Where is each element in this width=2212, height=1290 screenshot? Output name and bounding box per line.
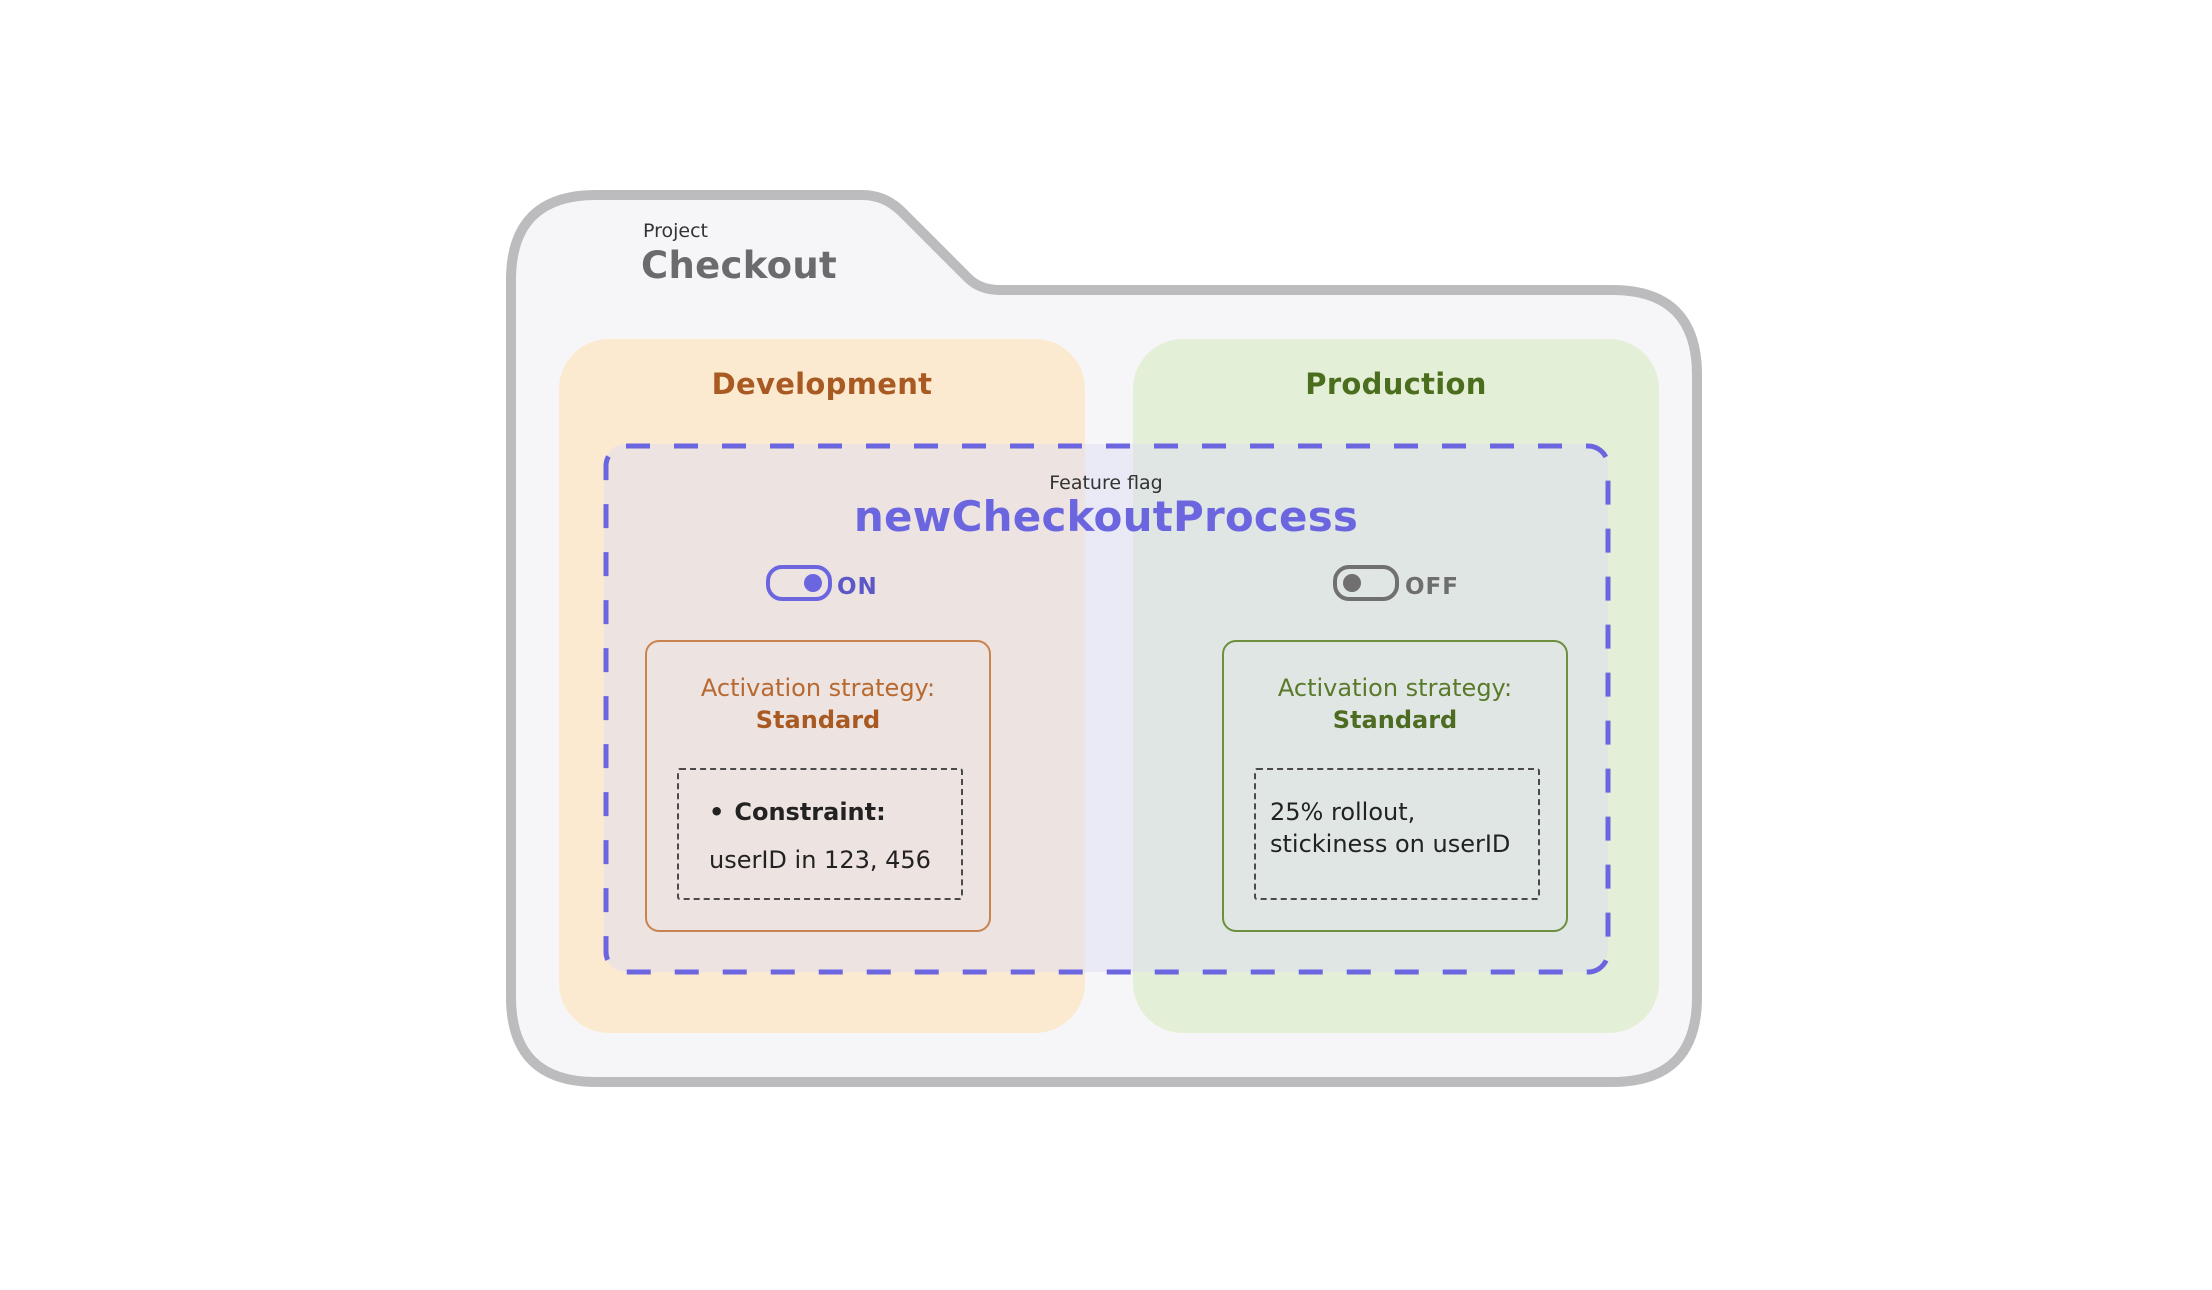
strategy-value: Standard	[1332, 706, 1458, 734]
feature-flag-name: newCheckoutProcess	[853, 492, 1359, 541]
production-toggle-label: OFF	[1405, 574, 1459, 600]
project-name: Checkout	[641, 244, 837, 287]
constraint-line: • Constraint:	[709, 798, 886, 826]
rollout-stickiness: stickiness on userID	[1270, 830, 1511, 858]
diagram-canvas: Project Checkout Development Production …	[0, 0, 2212, 1290]
bullet-icon: •	[709, 798, 725, 826]
production-strategy-card[interactable]: Activation strategy: Standard 25% rollou…	[1222, 640, 1568, 932]
strategy-label: Activation strategy:	[700, 674, 936, 702]
toggle-knob	[804, 574, 822, 592]
constraint-label: Constraint:	[734, 798, 886, 826]
environment-title-development: Development	[711, 367, 933, 401]
development-toggle-label: ON	[837, 574, 878, 600]
project-label: Project	[643, 220, 709, 242]
toggle-knob	[1343, 574, 1361, 592]
feature-flag-label: Feature flag	[1049, 472, 1163, 494]
constraint-box: • Constraint: userID in 123, 456	[677, 768, 963, 900]
rollout-box: 25% rollout, stickiness on userID	[1254, 768, 1540, 900]
environment-title-production: Production	[1305, 367, 1487, 401]
production-toggle-switch[interactable]	[1333, 565, 1399, 601]
constraint-value: userID in 123, 456	[709, 846, 931, 874]
rollout-percentage: 25% rollout,	[1270, 798, 1416, 826]
strategy-label: Activation strategy:	[1277, 674, 1513, 702]
development-strategy-card[interactable]: Activation strategy: Standard • Constrain…	[645, 640, 991, 932]
strategy-value: Standard	[755, 706, 881, 734]
development-toggle-switch[interactable]	[766, 565, 832, 601]
